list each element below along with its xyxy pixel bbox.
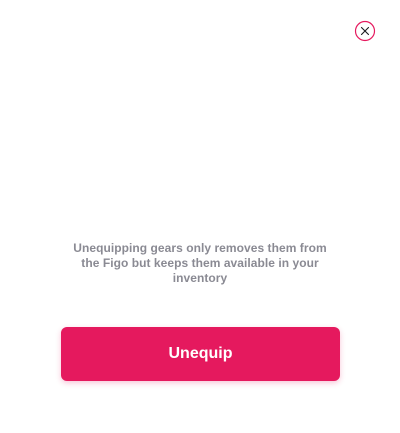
unequip-message: Unequipping gears only removes them from… <box>73 241 327 285</box>
unequip-dialog: Unequipping gears only removes them from… <box>0 0 400 433</box>
close-icon <box>354 20 376 42</box>
unequip-button[interactable]: Unequip <box>61 327 340 381</box>
close-button[interactable] <box>354 20 376 42</box>
